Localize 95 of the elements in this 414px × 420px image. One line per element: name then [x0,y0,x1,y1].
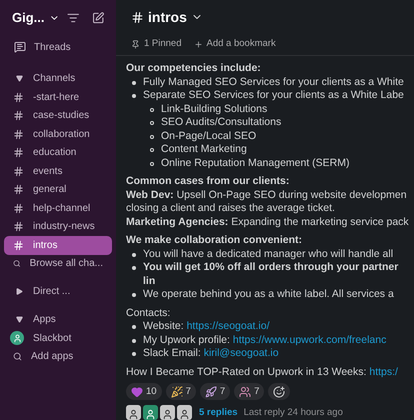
sidebar-item[interactable]: education [4,144,112,162]
list-item: On-Page/Local SEO [161,130,256,143]
paragraph: closing a client and raises the average ticket. [126,202,336,216]
sidebar-item[interactable]: collaboration [4,125,112,144]
list-item: You will get 10% off all orders through your partner lin [143,261,400,288]
bullet-icon [132,325,136,329]
link[interactable]: https://seogoat.io/ [186,320,270,332]
search-icon [13,259,21,268]
list-item: Website: https://seogoat.io/ [143,320,270,334]
sidebar-item[interactable]: intros [4,236,112,254]
heart-icon [131,386,143,398]
bullet-icon [132,94,136,98]
hash-icon [131,10,144,24]
sidebar-item[interactable]: Add apps [4,348,112,366]
link[interactable]: https://www.upwork.com/freelanc [232,334,386,346]
sidebar-item[interactable]: Slackbot [4,329,112,348]
bullet-icon [150,148,154,152]
bullet-icon [150,108,154,112]
sidebar-item[interactable]: events [4,162,112,180]
hash-icon [13,184,24,196]
last-reply-time: Last reply 24 hours ago [244,406,343,420]
list-item: Fully Managed SEO Services for your clients as a White [143,76,404,89]
channel-title[interactable]: intros [148,6,187,28]
paragraph: How I Became TOP-Rated on Upwork in 13 Weeks: https:/ [126,366,399,379]
filter-icon[interactable] [67,11,80,25]
apps-header[interactable]: Apps [33,312,56,327]
list-item: Content Marketing [161,143,247,156]
bookmark-button[interactable]: Add a bookmark [194,37,276,52]
list-item: Separate SEO Services for your clients as a White Labe [143,89,404,102]
bullet-icon [150,121,154,125]
add-emoji-icon [273,386,286,398]
bullet-icon [132,338,136,342]
bullet-icon [150,162,154,166]
caret-icon[interactable] [16,288,23,295]
hash-icon [13,128,24,140]
paragraph: Marketing Agencies: Expanding the marketing service pack [126,216,410,229]
direct-messages-header[interactable]: Direct ... [33,284,70,299]
add-reaction-button[interactable] [268,383,290,400]
reaction-button[interactable]: 7 [166,383,196,400]
avatar [160,405,175,420]
section-heading: We make collaboration convenient: [126,234,304,248]
sidebar-item[interactable]: industry-news [4,218,112,236]
search-icon [13,352,22,362]
avatar [177,405,192,420]
caret-icon[interactable] [16,75,23,82]
bullet-icon [132,293,136,297]
party-popper-icon [170,386,183,398]
list-item: SEO Audits/Consultations [161,116,282,130]
reaction-button[interactable]: 7 [200,383,230,400]
link[interactable]: https:/ [369,366,398,378]
sidebar-item[interactable]: Browse all cha... [4,254,112,273]
list-item: Slack Email: kiril@seogoat.io [143,347,279,360]
list-item: My Upwork profile: https://www.upwork.com/freelanc [143,334,386,347]
hash-icon [13,221,24,232]
caret-icon[interactable] [16,316,23,323]
bullet-icon [150,134,154,138]
reaction-button[interactable]: 7 [234,383,264,400]
bullet-icon [132,80,136,84]
hash-icon [13,92,24,103]
pinned-button[interactable]: 1 Pinned [131,37,182,52]
bullet-icon [132,252,136,256]
section-heading: Contacts: [126,306,172,320]
rocket-icon [204,386,217,398]
list-item: Online Reputation Management (SERM) [161,156,350,170]
hash-icon [13,166,24,177]
people-icon [239,386,252,398]
threads-icon [14,41,26,53]
bot-avatar [10,331,24,346]
bullet-icon [132,352,136,356]
section-heading: Common cases from our clients: [126,175,290,188]
avatar [126,405,141,420]
paragraph: Web Dev: Upsell On-Page SEO during website developmen [126,188,408,202]
avatar [143,405,158,420]
list-item: Link-Building Solutions [161,102,268,116]
sidebar-item[interactable]: Threads [0,37,116,57]
hash-icon [13,202,24,214]
bullet-icon [132,266,136,270]
hash-icon [13,147,24,158]
sidebar-item[interactable]: help-channel [4,199,112,218]
pin-icon [131,40,140,49]
list-item: We operate behind you as a white label. All services a [143,288,394,302]
channels-header[interactable]: Channels [33,71,76,86]
plus-icon [194,40,203,49]
list-item: You will have a dedicated manager who will handle all [143,248,394,261]
sidebar-item[interactable]: general [4,180,112,199]
sidebar-item[interactable]: case-studies [4,106,112,125]
section-heading: Our competencies include: [126,62,262,76]
hash-icon [13,240,24,251]
replies-link[interactable]: 5 replies [199,406,238,420]
workspace-name[interactable]: Gig... [12,8,44,28]
link[interactable]: kiril@seogoat.io [204,347,279,359]
sidebar-item[interactable]: -start-here [4,88,112,106]
hash-icon [13,110,24,122]
compose-icon[interactable] [92,11,104,25]
reaction-button[interactable]: 10 [126,383,162,400]
